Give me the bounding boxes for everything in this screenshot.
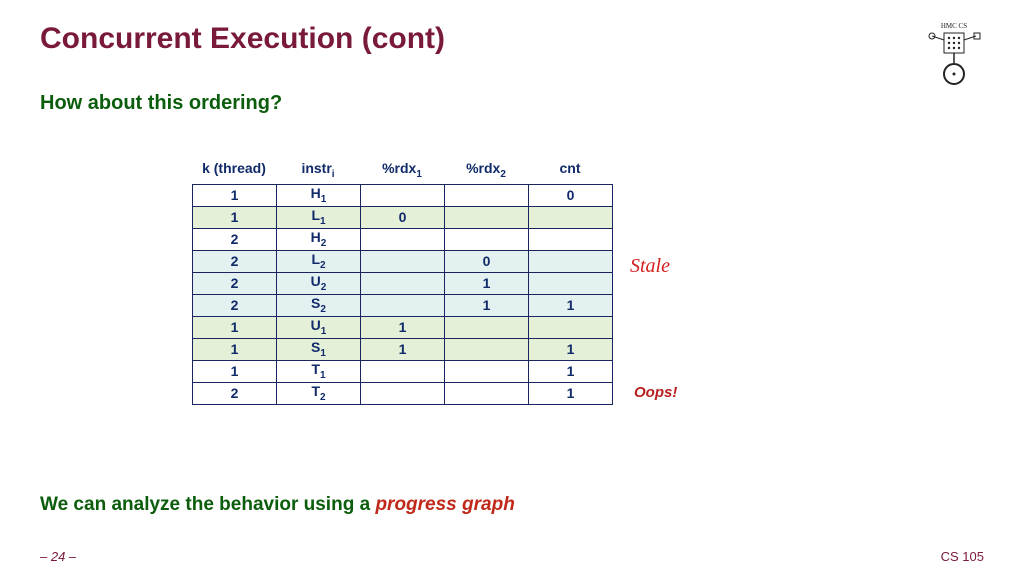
table-cell: [361, 272, 445, 294]
table-cell: 1: [361, 316, 445, 338]
slide-title: Concurrent Execution (cont): [40, 22, 445, 56]
table-cell: 2: [193, 272, 277, 294]
table-cell: 1: [529, 382, 613, 404]
table-cell: 1: [445, 294, 529, 316]
table-row: 1L10: [193, 206, 613, 228]
table-row: 1H1 0: [193, 184, 613, 206]
table-cell: 1: [529, 294, 613, 316]
table-cell: [361, 360, 445, 382]
svg-text:HMC CS: HMC CS: [941, 22, 967, 30]
table-row: 1T11: [193, 360, 613, 382]
trace-table: k (thread) instri %rdx1 %rdx2 cnt 1H101L…: [192, 160, 613, 405]
oops-label: Oops!: [634, 384, 677, 401]
col-cnt: cnt: [528, 160, 612, 180]
table-cell: [529, 228, 613, 250]
table-cell: 2: [193, 294, 277, 316]
table-cell: [445, 338, 529, 360]
caption-term: progress graph: [375, 494, 514, 515]
table-cell: L2: [277, 250, 361, 272]
table-row: 2S2 11: [193, 294, 613, 316]
table-cell: [445, 360, 529, 382]
table-cell: [529, 272, 613, 294]
handwritten-annotation: Stale: [630, 255, 670, 278]
table-cell: 2: [193, 382, 277, 404]
table-row: 2L2 0: [193, 250, 613, 272]
table-cell: S1: [277, 338, 361, 360]
trace-table-body: 1H101L102H22L202U212S2111U111S1111T112T2…: [192, 184, 613, 405]
col-instr: instri: [276, 160, 360, 180]
table-cell: 0: [361, 206, 445, 228]
table-cell: 1: [193, 206, 277, 228]
table-cell: 1: [193, 360, 277, 382]
table-cell: 1: [529, 360, 613, 382]
table-cell: 0: [529, 184, 613, 206]
table-cell: [445, 316, 529, 338]
col-k: k (thread): [192, 160, 276, 180]
table-cell: [445, 206, 529, 228]
table-row: 2H2: [193, 228, 613, 250]
table-cell: [529, 206, 613, 228]
table-cell: 1: [361, 338, 445, 360]
table-row: 1S111: [193, 338, 613, 360]
table-cell: [445, 382, 529, 404]
table-cell: 1: [445, 272, 529, 294]
table-cell: 2: [193, 250, 277, 272]
table-cell: T1: [277, 360, 361, 382]
table-cell: 2: [193, 228, 277, 250]
table-cell: 1: [193, 316, 277, 338]
table-cell: [445, 184, 529, 206]
table-cell: 1: [193, 184, 277, 206]
slide-subtitle: How about this ordering?: [40, 92, 282, 115]
table-row: 2T2 1: [193, 382, 613, 404]
table-cell: 1: [529, 338, 613, 360]
table-cell: [361, 184, 445, 206]
table-cell: H1: [277, 184, 361, 206]
table-cell: H2: [277, 228, 361, 250]
table-cell: S2: [277, 294, 361, 316]
table-cell: [361, 294, 445, 316]
table-cell: [445, 228, 529, 250]
bottom-caption: We can analyze the behavior using a prog…: [40, 494, 515, 516]
table-cell: [361, 228, 445, 250]
table-header-row: k (thread) instri %rdx1 %rdx2 cnt: [192, 160, 613, 180]
hmc-cs-logo: HMC CS: [924, 18, 984, 88]
table-cell: 0: [445, 250, 529, 272]
table-cell: [361, 382, 445, 404]
col-rdx1: %rdx1: [360, 160, 444, 180]
table-cell: L1: [277, 206, 361, 228]
table-cell: T2: [277, 382, 361, 404]
course-code: CS 105: [941, 549, 984, 564]
caption-lead: We can analyze the behavior using a: [40, 494, 375, 515]
table-cell: 1: [193, 338, 277, 360]
table-cell: [529, 250, 613, 272]
table-cell: U1: [277, 316, 361, 338]
col-rdx2: %rdx2: [444, 160, 528, 180]
table-cell: [529, 316, 613, 338]
page-number: – 24 –: [40, 549, 76, 564]
table-cell: U2: [277, 272, 361, 294]
table-row: 1U11: [193, 316, 613, 338]
table-row: 2U2 1: [193, 272, 613, 294]
table-cell: [361, 250, 445, 272]
